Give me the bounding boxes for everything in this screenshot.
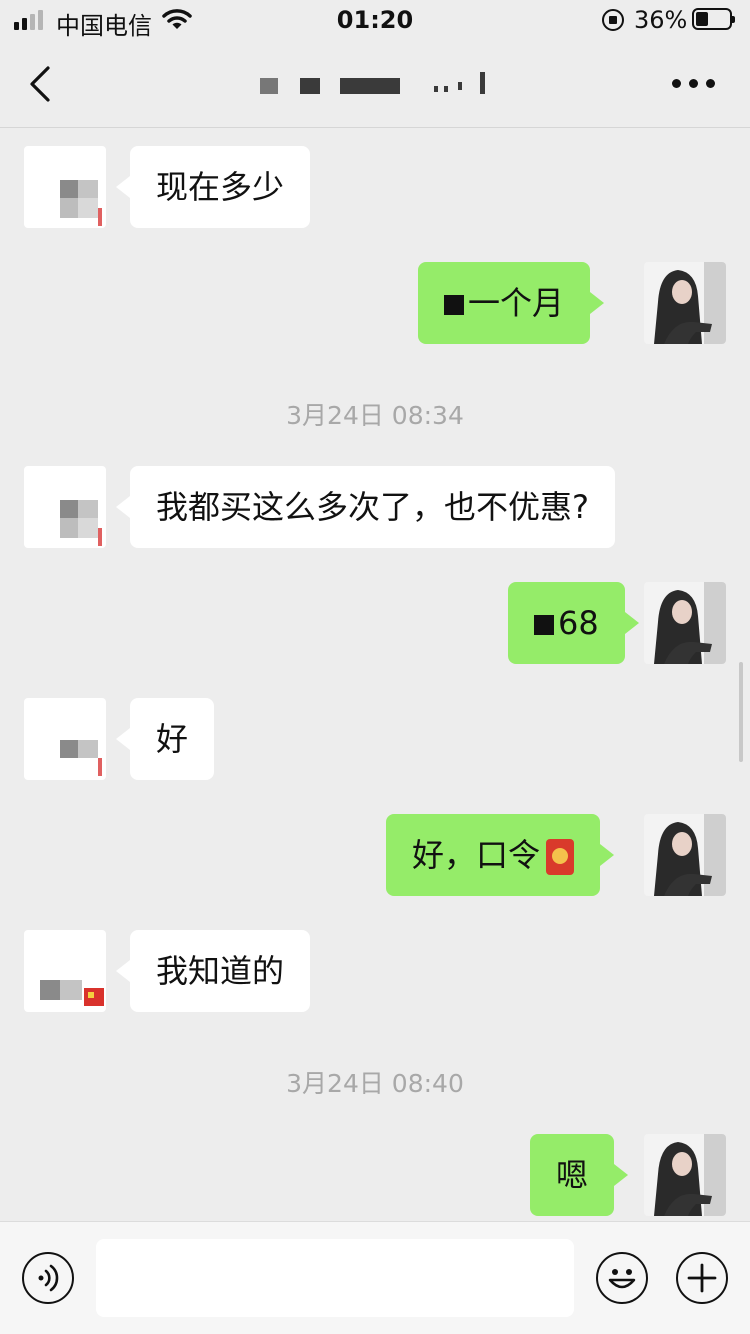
message-text: 我知道的 — [156, 952, 285, 990]
status-bar: 中国电信 01:20 36% — [0, 0, 750, 40]
incoming-message-bubble[interactable]: 我知道的 — [115, 930, 311, 1012]
redaction-mark — [444, 295, 464, 315]
my-avatar[interactable] — [644, 582, 726, 664]
user-photo-icon — [654, 1134, 726, 1216]
outgoing-message-bubble[interactable]: 好，口令 — [386, 814, 615, 896]
message-text: 现在多少 — [156, 168, 285, 206]
battery-icon — [692, 8, 735, 30]
message-input[interactable] — [96, 1239, 574, 1317]
plus-icon — [687, 1263, 717, 1293]
rotation-lock-icon — [602, 9, 624, 31]
scrollbar[interactable] — [739, 662, 743, 762]
outgoing-message-bubble[interactable]: 一个月 — [418, 262, 605, 344]
voice-button[interactable] — [22, 1252, 74, 1304]
incoming-message-bubble[interactable]: 现在多少 — [115, 146, 311, 228]
message-text: 我都买这么多次了，也不优惠? — [156, 488, 589, 526]
chat-title-redacted — [250, 66, 510, 102]
message-text: 68 — [558, 604, 599, 642]
message-text: 嗯 — [556, 1156, 589, 1194]
chat-header — [0, 40, 750, 128]
message-timestamp: 3月24日 08:40 — [286, 1069, 464, 1098]
contact-avatar[interactable] — [24, 930, 106, 1012]
emoji-button[interactable] — [596, 1252, 648, 1304]
incoming-message-bubble[interactable]: 我都买这么多次了，也不优惠? — [116, 466, 615, 548]
outgoing-message-bubble[interactable]: 68 — [508, 582, 639, 664]
emoji-icon — [608, 1269, 636, 1289]
incoming-message-bubble[interactable]: 好 — [115, 698, 215, 780]
add-button[interactable] — [676, 1252, 728, 1304]
input-bar — [0, 1221, 750, 1334]
user-photo-icon — [654, 582, 726, 664]
message-text: 一个月 — [468, 284, 565, 322]
more-button[interactable] — [672, 74, 718, 92]
voice-icon — [38, 1264, 59, 1292]
my-avatar[interactable] — [644, 1134, 726, 1216]
contact-avatar[interactable] — [24, 466, 106, 548]
contact-avatar[interactable] — [24, 146, 106, 228]
chevron-left-icon — [30, 66, 50, 102]
message-text: 好 — [156, 720, 189, 758]
back-button[interactable] — [20, 62, 64, 106]
outgoing-message-bubble[interactable]: 嗯 — [530, 1134, 629, 1216]
message-timestamp: 3月24日 08:34 — [286, 401, 464, 430]
my-avatar[interactable] — [644, 262, 726, 344]
my-avatar[interactable] — [644, 814, 726, 896]
contact-avatar[interactable] — [24, 698, 106, 780]
user-photo-icon — [654, 814, 726, 896]
red-packet-icon — [546, 839, 575, 875]
message-text: 好，口令 — [412, 836, 541, 874]
battery-percent: 36% — [634, 6, 688, 34]
redaction-mark — [534, 615, 554, 635]
message-list[interactable]: 现在多少 一个月 3月24日 08:34 我都买这么多次了，也不优惠? 68 好… — [0, 128, 750, 1221]
user-photo-icon — [654, 262, 726, 344]
more-dots-icon — [672, 78, 681, 88]
